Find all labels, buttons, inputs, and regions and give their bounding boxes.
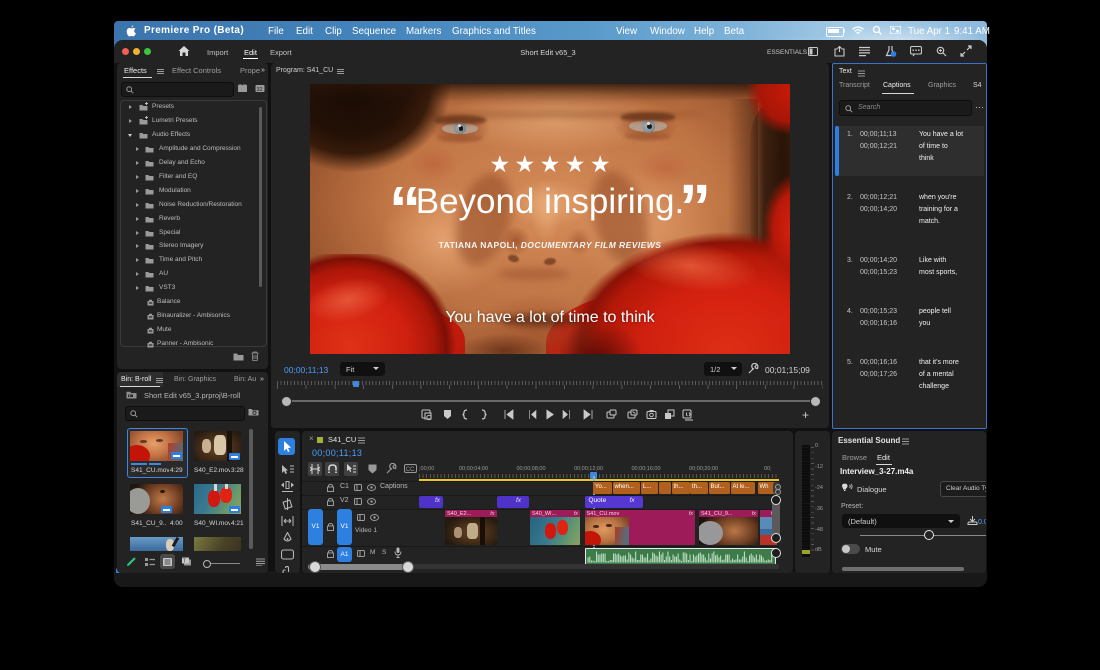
svg-text:T: T <box>183 559 186 565</box>
svg-text:CC: CC <box>406 467 415 473</box>
